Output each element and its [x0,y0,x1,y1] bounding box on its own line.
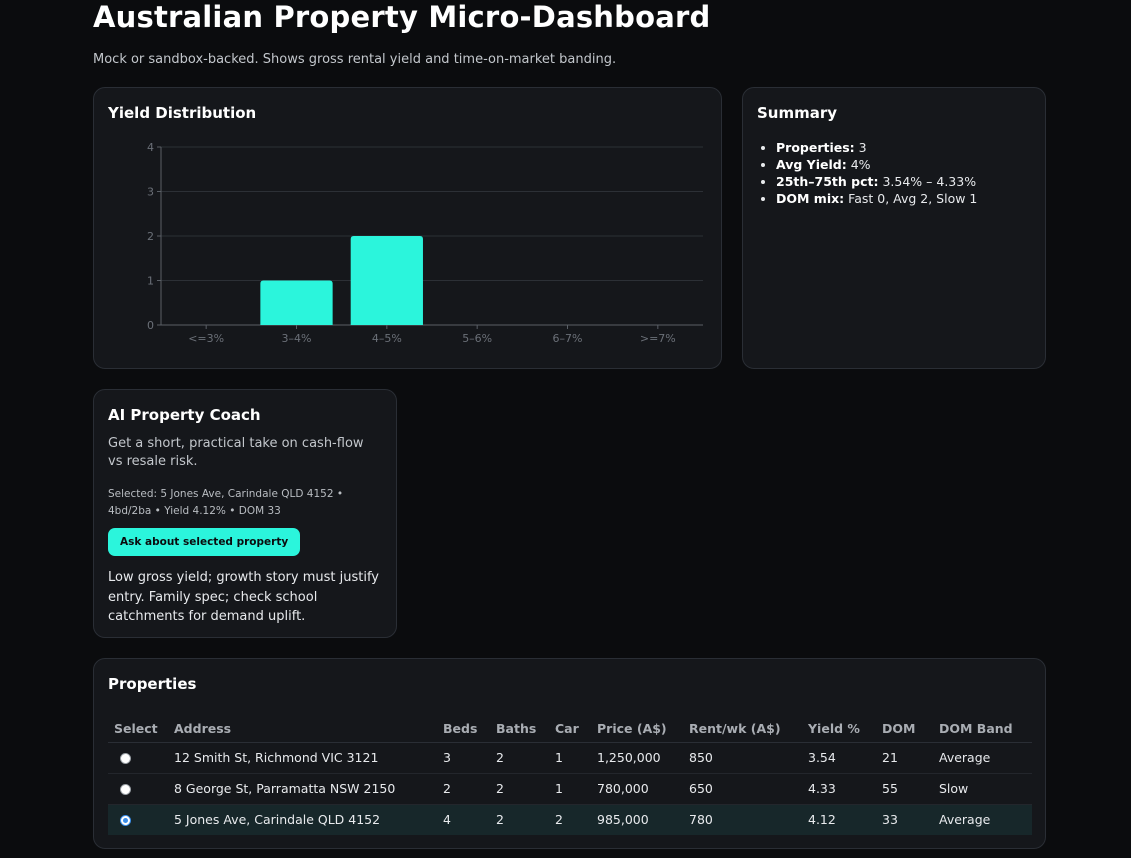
table-row[interactable]: 8 George St, Parramatta NSW 2150 2 2 1 7… [108,773,1032,805]
cell-baths: 2 [490,742,549,774]
coach-selected-property: Selected: 5 Jones Ave, Carindale QLD 415… [108,488,344,517]
select-radio[interactable] [120,784,131,795]
cell-price: 780,000 [591,773,683,805]
x-tick-label: >=7% [640,332,676,345]
page-title: Australian Property Micro-Dashboard [93,0,711,34]
x-tick-label: 6–7% [553,332,583,345]
cell-car: 1 [549,742,591,774]
cell-rent: 650 [683,773,802,805]
cell-yield: 4.12 [802,804,876,835]
cell-dom: 21 [876,742,933,774]
coach-title: AI Property Coach [108,406,261,424]
cell-dom-band: Average [933,804,1032,835]
select-radio-checked[interactable] [120,815,131,827]
cell-yield: 4.33 [802,773,876,805]
cell-address: 8 George St, Parramatta NSW 2150 [168,773,437,805]
coach-description: Get a short, practical take on cash-flow… [108,436,364,469]
summary-title: Summary [757,104,838,122]
col-dom-band: DOM Band [933,715,1032,743]
cell-dom-band: Average [933,742,1032,774]
summary-item-percentile: 25th–75th pct: 3.54% – 4.33% [776,174,977,190]
cell-address: 12 Smith St, Richmond VIC 3121 [168,742,437,774]
yield-card-title: Yield Distribution [108,104,257,122]
col-rent: Rent/wk (A$) [683,715,802,743]
x-tick-label: 4–5% [372,332,402,345]
cell-dom: 55 [876,773,933,805]
table-header-row: Select Address Beds Baths Car Price (A$)… [108,715,1032,743]
bar [260,280,333,325]
yield-distribution-card: Yield Distribution 0 1 2 3 4 <=3% 3–4% 4–5% 5–6%… [93,87,722,369]
col-beds: Beds [437,715,490,743]
cell-beds: 2 [437,773,490,805]
cell-beds: 3 [437,742,490,774]
ask-about-property-button[interactable]: Ask about selected property [108,528,301,556]
col-price: Price (A$) [591,715,683,743]
table-row[interactable]: 12 Smith St, Richmond VIC 3121 3 2 1 1,2… [108,742,1032,774]
col-dom: DOM [876,715,933,743]
table-row-selected[interactable]: 5 Jones Ave, Carindale QLD 4152 4 2 2 98… [108,804,1032,835]
select-radio[interactable] [120,753,131,764]
summary-item-avg-yield: Avg Yield: 4% [776,157,977,173]
summary-item-properties: Properties: 3 [776,140,977,156]
col-yield: Yield % [802,715,876,743]
x-tick-label: <=3% [188,332,224,345]
cell-price: 985,000 [591,804,683,835]
cell-baths: 2 [490,773,549,805]
col-select: Select [108,715,168,743]
cell-dom-band: Slow [933,773,1032,805]
cell-yield: 3.54 [802,742,876,774]
col-baths: Baths [490,715,549,743]
cell-baths: 2 [490,804,549,835]
summary-card: Summary Properties: 3 Avg Yield: 4% 25th… [742,87,1046,369]
y-tick-label: 3 [147,186,154,199]
cell-beds: 4 [437,804,490,835]
y-tick-label: 0 [147,319,154,332]
page-subtitle: Mock or sandbox-backed. Shows gross rent… [93,52,617,67]
x-tick-label: 5–6% [462,332,492,345]
coach-answer: Low gross yield; growth story must justi… [108,570,379,624]
cell-rent: 850 [683,742,802,774]
cell-car: 1 [549,773,591,805]
cell-rent: 780 [683,804,802,835]
bar [350,236,423,325]
y-tick-label: 1 [147,275,154,288]
y-tick-label: 2 [147,230,154,243]
cell-address: 5 Jones Ave, Carindale QLD 4152 [168,804,437,835]
summary-item-dom-mix: DOM mix: Fast 0, Avg 2, Slow 1 [776,191,977,207]
col-car: Car [549,715,591,743]
cell-car: 2 [549,804,591,835]
y-tick-label: 4 [147,141,154,154]
properties-title: Properties [108,675,197,693]
properties-table: Select Address Beds Baths Car Price (A$)… [108,715,1032,835]
ai-property-coach-card: AI Property Coach Get a short, practical… [93,389,397,638]
summary-list: Properties: 3 Avg Yield: 4% 25th–75th pc… [776,140,977,208]
col-address: Address [168,715,437,743]
cell-price: 1,250,000 [591,742,683,774]
x-tick-label: 3–4% [282,332,312,345]
yield-distribution-chart: 0 1 2 3 4 <=3% 3–4% 4–5% 5–6% 6–7% >=7% [147,141,703,345]
cell-dom: 33 [876,804,933,835]
properties-card: Properties Select Address Beds Baths Car… [93,658,1046,849]
